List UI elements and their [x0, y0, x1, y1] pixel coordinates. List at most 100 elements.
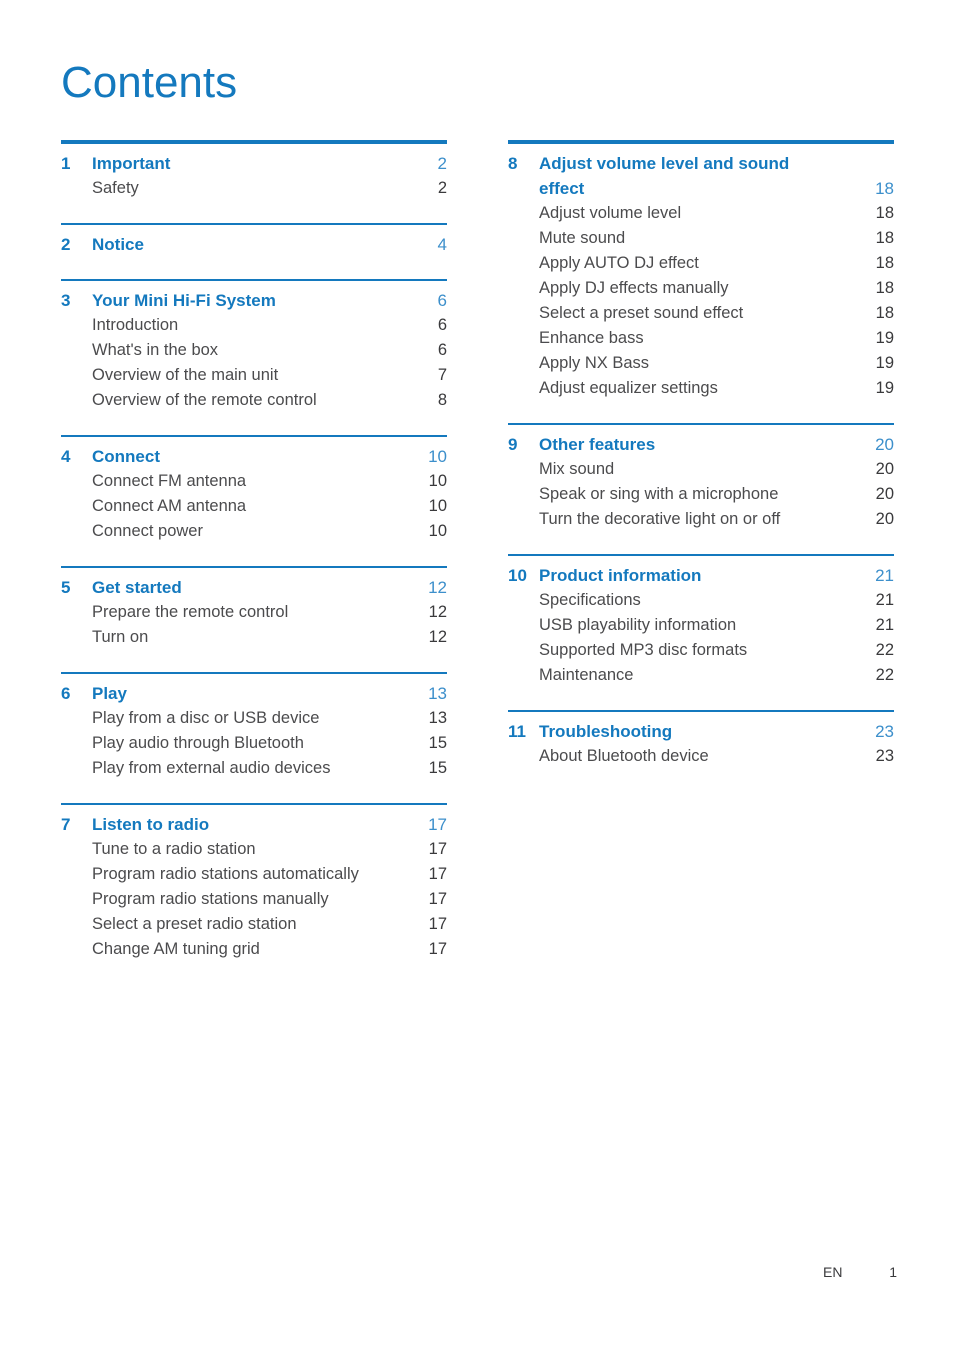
entry-page: 12 — [428, 628, 447, 646]
toc-entry-play-from-external-audio-devices[interactable]: Play from external audio devices 15 — [61, 756, 447, 781]
toc-entry-mix-sound[interactable]: Mix sound 20 — [508, 457, 894, 482]
toc-entry-enhance-bass[interactable]: Enhance bass 19 — [508, 326, 894, 351]
chapter-number: 6 — [61, 684, 71, 703]
chapter-title: Listen to radio — [92, 815, 210, 834]
chapter-page: 6 — [437, 291, 447, 310]
toc-chapter-listen-to-radio[interactable]: 7 Listen to radio 17 — [61, 805, 447, 837]
entry-page: 6 — [437, 316, 447, 334]
entry-page: 18 — [875, 229, 894, 247]
toc-chapter-notice[interactable]: 2 Notice 4 — [61, 225, 447, 257]
toc-chapter-connect[interactable]: 4 Connect 10 — [61, 437, 447, 469]
chapter-page: 21 — [875, 566, 894, 585]
toc-entry-adjust-equalizer-settings[interactable]: Adjust equalizer settings 19 — [508, 376, 894, 401]
toc-entry-maintenance[interactable]: Maintenance 22 — [508, 663, 894, 688]
entry-label: Mute sound — [539, 229, 626, 247]
chapter-page: 23 — [875, 722, 894, 741]
toc-entry-introduction[interactable]: Introduction 6 — [61, 313, 447, 338]
chapter-title: Connect — [92, 447, 160, 466]
toc-entry-change-am-tuning-grid[interactable]: Change AM tuning grid 17 — [61, 937, 447, 962]
entry-page: 22 — [875, 641, 894, 659]
toc-chapter-important[interactable]: 1 Important 2 — [61, 144, 447, 176]
toc-entry-connect-am-antenna[interactable]: Connect AM antenna 10 — [61, 494, 447, 519]
chapter-number: 7 — [61, 815, 71, 834]
entry-label: Select a preset sound effect — [539, 304, 744, 322]
chapter-title: Play — [92, 684, 127, 703]
toc-chapter-adjust-volume-level-and-sound[interactable]: 8 Adjust volume level and sound effect 18 — [508, 144, 894, 201]
toc-entry-adjust-volume-level[interactable]: Adjust volume level 18 — [508, 201, 894, 226]
footer-page-number: 1 — [889, 1264, 897, 1280]
toc-entry-apply-nx-bass[interactable]: Apply NX Bass 19 — [508, 351, 894, 376]
chapter-page: 13 — [428, 684, 447, 703]
toc-column-left: 1 Important 2 Safety 2 2 Notice 4 3 Your Mini Hi-… — [61, 140, 447, 984]
toc-entry-select-a-preset-radio-station[interactable]: Select a preset radio station 17 — [61, 912, 447, 937]
toc-entry-apply-auto-dj-effect[interactable]: Apply AUTO DJ effect 18 — [508, 251, 894, 276]
entry-label: Program radio stations automatically — [92, 865, 359, 883]
entry-label: USB playability information — [539, 616, 737, 634]
chapter-number: 11 — [508, 722, 526, 741]
toc-entry-connect-fm-antenna[interactable]: Connect FM antenna 10 — [61, 469, 447, 494]
entry-page: 10 — [428, 472, 447, 490]
entry-page: 8 — [437, 391, 447, 409]
toc-entry-program-radio-stations-automatically[interactable]: Program radio stations automatically 17 — [61, 862, 447, 887]
chapter-number: 3 — [61, 291, 71, 310]
toc-entry-play-audio-through-bluetooth[interactable]: Play audio through Bluetooth 15 — [61, 731, 447, 756]
toc-entry-speak-or-sing-with-a-microphone[interactable]: Speak or sing with a microphone 20 — [508, 482, 894, 507]
toc-entry-apply-dj-effects-manually[interactable]: Apply DJ effects manually 18 — [508, 276, 894, 301]
toc-entry-supported-mp3-disc-formats[interactable]: Supported MP3 disc formats 22 — [508, 638, 894, 663]
entry-label: Supported MP3 disc formats — [539, 641, 748, 659]
entry-page: 19 — [875, 329, 894, 347]
entry-label: Enhance bass — [539, 329, 644, 347]
toc-entry-prepare-the-remote-control[interactable]: Prepare the remote control 12 — [61, 600, 447, 625]
toc-entry-tune-to-a-radio-station[interactable]: Tune to a radio station 17 — [61, 837, 447, 862]
toc-chapter-product-information[interactable]: 10 Product information 21 — [508, 556, 894, 588]
toc-entry-mute-sound[interactable]: Mute sound 18 — [508, 226, 894, 251]
toc-chapter-troubleshooting[interactable]: 11 Troubleshooting 23 — [508, 712, 894, 744]
entry-label: Program radio stations manually — [92, 890, 329, 908]
chapter-title: Troubleshooting — [539, 722, 673, 741]
chapter-number: 1 — [61, 154, 71, 173]
entry-page: 17 — [428, 865, 447, 883]
entry-label: Introduction — [92, 316, 179, 334]
entry-page: 22 — [875, 666, 894, 684]
toc-entry-overview-of-the-main-unit[interactable]: Overview of the main unit 7 — [61, 363, 447, 388]
chapter-title: Notice — [92, 235, 144, 254]
chapter-page: 17 — [428, 815, 447, 834]
page-footer: EN 1 — [0, 1262, 954, 1286]
toc-entry-connect-power[interactable]: Connect power 10 — [61, 519, 447, 544]
toc-page: Contents 1 Important 2 Safety 2 2 Notice 4 3 Your… — [0, 0, 954, 1350]
toc-entry-usb-playability-information[interactable]: USB playability information 21 — [508, 613, 894, 638]
toc-chapter-your-mini-hi-fi-system[interactable]: 3 Your Mini Hi-Fi System 6 — [61, 281, 447, 313]
toc-entry-turn-on[interactable]: Turn on 12 — [61, 625, 447, 650]
toc-entry-program-radio-stations-manually[interactable]: Program radio stations manually 17 — [61, 887, 447, 912]
entry-label: Overview of the remote control — [92, 391, 317, 409]
toc-entry-what-s-in-the-box[interactable]: What's in the box 6 — [61, 338, 447, 363]
toc-entry-turn-the-decorative-light-on-or-off[interactable]: Turn the decorative light on or off 20 — [508, 507, 894, 532]
entry-page: 17 — [428, 840, 447, 858]
toc-entry-specifications[interactable]: Specifications 21 — [508, 588, 894, 613]
entry-label: Connect AM antenna — [92, 497, 247, 515]
chapter-title: Adjust volume level and sound — [539, 154, 790, 173]
toc-section-product-information: 10 Product information 21 Specifications 21 U… — [508, 554, 894, 710]
entry-label: Tune to a radio station — [92, 840, 256, 858]
toc-entry-safety[interactable]: Safety 2 — [61, 176, 447, 201]
toc-entry-overview-of-the-remote-control[interactable]: Overview of the remote control 8 — [61, 388, 447, 413]
toc-chapter-get-started[interactable]: 5 Get started 12 — [61, 568, 447, 600]
toc-section-important: 1 Important 2 Safety 2 — [61, 140, 447, 223]
entry-page: 18 — [875, 204, 894, 222]
entry-label: Adjust equalizer settings — [539, 379, 718, 397]
toc-entry-play-from-a-disc-or-usb-device[interactable]: Play from a disc or USB device 13 — [61, 706, 447, 731]
toc-entry-select-a-preset-sound-effect[interactable]: Select a preset sound effect 18 — [508, 301, 894, 326]
toc-chapter-play[interactable]: 6 Play 13 — [61, 674, 447, 706]
entry-label: Safety — [92, 179, 139, 197]
entry-label: Apply DJ effects manually — [539, 279, 729, 297]
entry-label: What's in the box — [92, 341, 219, 359]
entry-label: Maintenance — [539, 666, 634, 684]
toc-entry-about-bluetooth-device[interactable]: About Bluetooth device 23 — [508, 744, 894, 769]
toc-chapter-other-features[interactable]: 9 Other features 20 — [508, 425, 894, 457]
entry-label: Play from a disc or USB device — [92, 709, 320, 727]
